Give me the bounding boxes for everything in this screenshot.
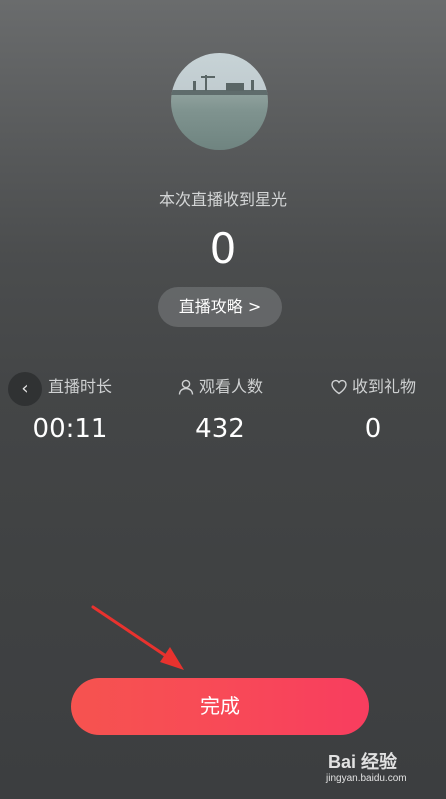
stat-viewers: 观看人数 432 xyxy=(150,374,290,444)
stat-value: 00:11 xyxy=(32,414,108,444)
stat-label: 观看人数 xyxy=(198,377,263,396)
watermark-brand: Bai 经验 xyxy=(328,752,398,772)
heart-icon xyxy=(330,378,348,396)
stat-duration: 直播时长 00:11 xyxy=(0,374,140,444)
done-button[interactable]: 完成 xyxy=(71,678,369,735)
watermark-url: jingyan.baidu.com xyxy=(326,773,407,784)
star-light-caption: 本次直播收到星光 xyxy=(158,190,287,209)
live-guide-button[interactable]: 直播攻略 > xyxy=(158,287,282,327)
host-avatar xyxy=(171,53,268,150)
person-icon xyxy=(177,378,195,396)
stat-label: 收到礼物 xyxy=(351,377,416,396)
stat-value: 432 xyxy=(195,414,245,444)
stat-value: 0 xyxy=(364,414,382,444)
baidu-jingyan-watermark: Bai 经验 jingyan.baidu.com xyxy=(320,740,440,796)
stat-label: 直播时长 xyxy=(47,377,112,396)
live-summary-screen: 本次直播收到星光 0 直播攻略 > ‹ 直播时长 00:11 观看人数 432 … xyxy=(0,0,446,799)
stat-gifts: 收到礼物 0 xyxy=(303,374,443,444)
star-light-count: 0 xyxy=(209,224,237,273)
